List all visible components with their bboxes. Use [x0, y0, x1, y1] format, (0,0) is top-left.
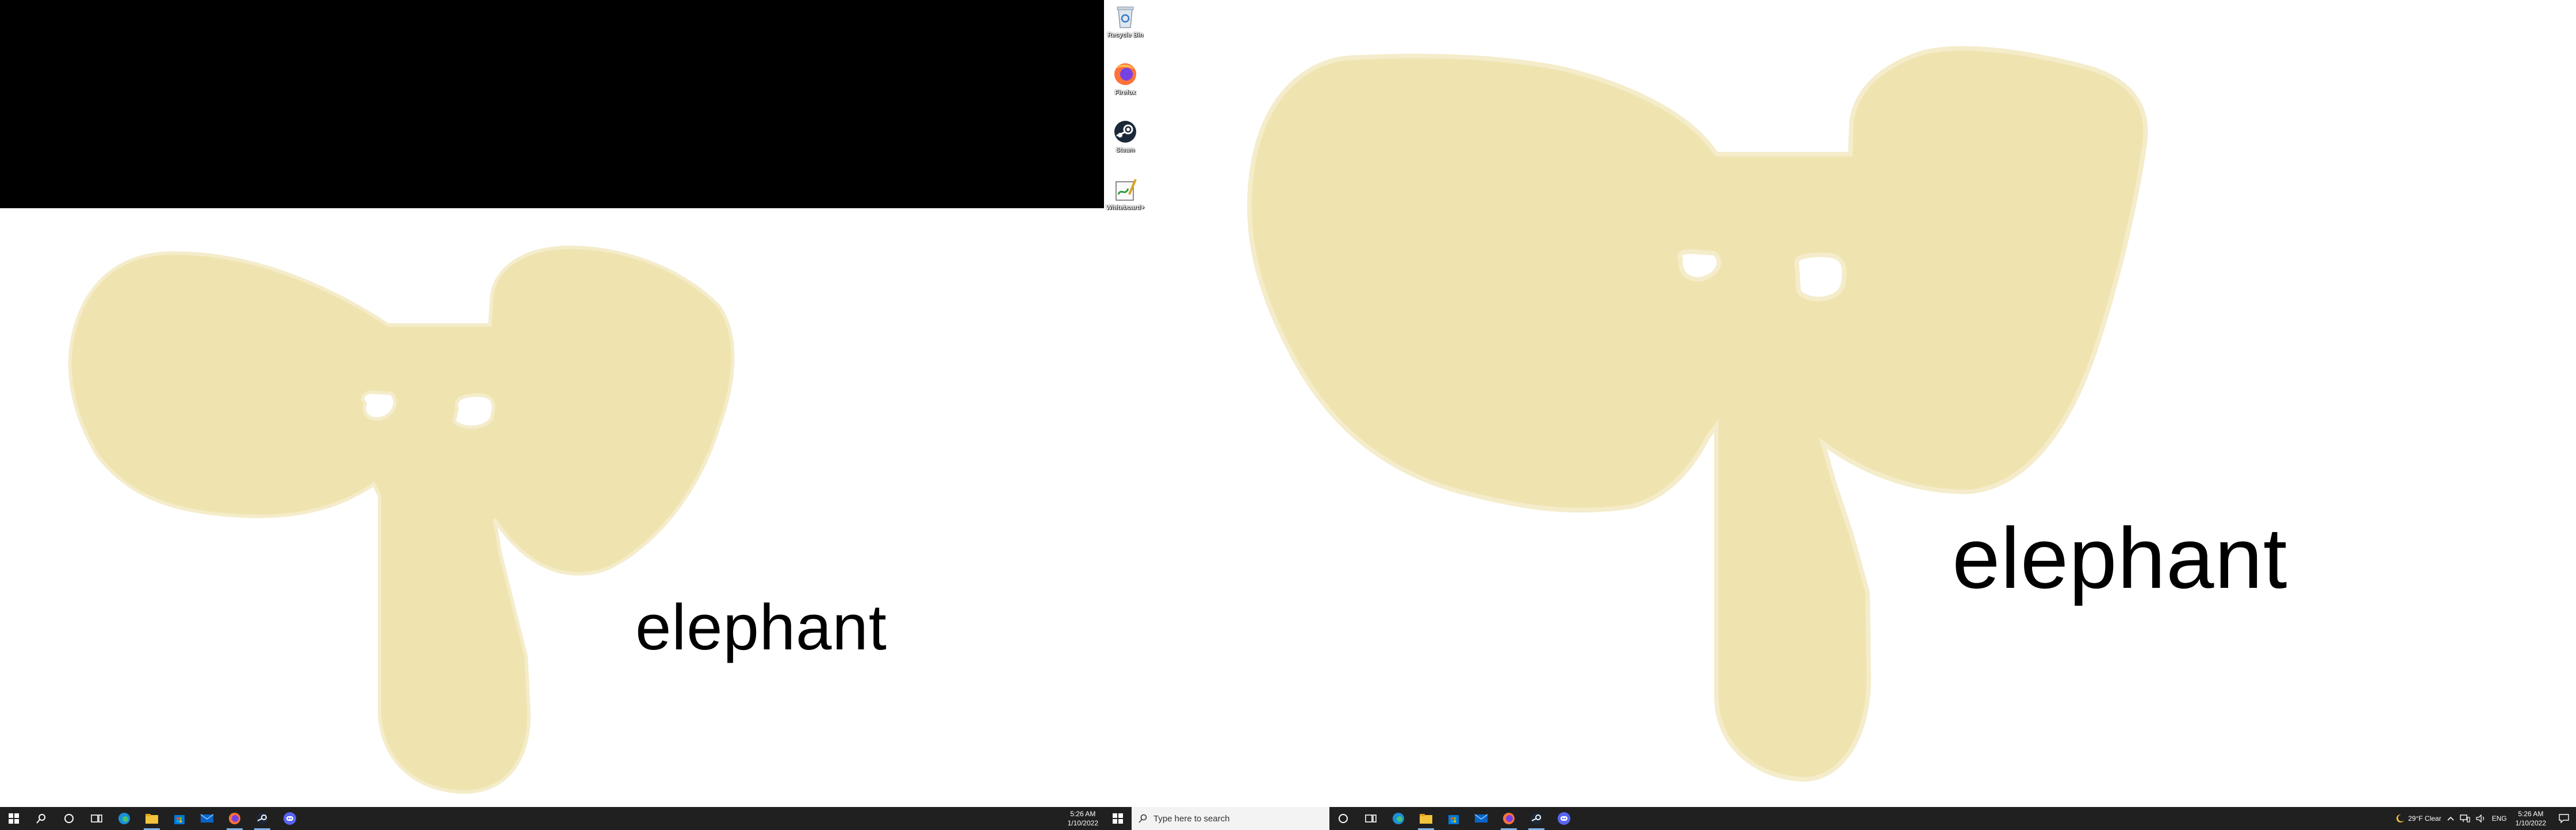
taskbar-firefox[interactable]: [221, 807, 248, 830]
discord-icon: [283, 812, 296, 825]
mail-icon: [200, 814, 214, 823]
steam-icon: [1114, 121, 1136, 143]
weather-widget[interactable]: 29°F Clear: [2393, 814, 2444, 823]
cortana-icon: [1339, 814, 1348, 823]
windows-logo-icon: [9, 813, 19, 824]
store-icon: [174, 815, 185, 824]
discord-icon: [1558, 812, 1570, 825]
search-icon: [36, 814, 45, 824]
moon-icon: [2396, 814, 2405, 823]
desktop-icon-label: Recycle Bin: [1107, 32, 1144, 39]
desktop-icon-recycle-bin[interactable]: Recycle Bin: [1104, 3, 1147, 39]
left-clock[interactable]: 5:26 AM 1/10/2022: [1062, 809, 1104, 828]
recycle-bin-icon: [1117, 6, 1134, 28]
right-taskbar: Type here to search 29°F Clear ENG 5:26 …: [1104, 807, 2576, 830]
edge-icon: [118, 813, 130, 824]
left-clock-date: 1/10/2022: [1067, 819, 1098, 827]
left-system-tray: 5:26 AM 1/10/2022: [1062, 807, 1104, 830]
taskbar-store[interactable]: [166, 807, 193, 830]
task-view-icon: [91, 814, 102, 823]
taskbar-steam[interactable]: [248, 807, 276, 830]
desktop-icon-whiteboard[interactable]: Whiteboard+: [1104, 176, 1147, 211]
notification-button[interactable]: [2552, 814, 2576, 823]
show-hidden-icons-button[interactable]: [2444, 816, 2457, 821]
language-text: ENG: [2491, 814, 2507, 823]
windows-logo-icon: [1113, 813, 1123, 824]
notification-icon: [2559, 814, 2569, 823]
taskbar-edge[interactable]: [110, 807, 138, 830]
elephant-shape-large: [1247, 46, 2148, 782]
start-button[interactable]: [1104, 807, 1132, 830]
store-icon: [1448, 815, 1459, 824]
elephant-text: elephant: [635, 591, 887, 663]
cortana-icon: [64, 814, 74, 823]
elephant-drawing-large: [1196, 0, 2576, 807]
elephant-head-shape: [1247, 46, 2148, 782]
desktop-icon-steam[interactable]: Steam: [1104, 118, 1147, 154]
speaker-icon: [2475, 814, 2484, 823]
black-window-area: [0, 0, 1104, 208]
weather-text: 29°F Clear: [2408, 814, 2441, 823]
right-clock-date: 1/10/2022: [2515, 819, 2546, 827]
network-button[interactable]: [2457, 814, 2473, 823]
steam-icon: [256, 813, 268, 824]
right-monitor: Recycle Bin Firefox Steam Whiteboard+ el…: [1104, 0, 2576, 830]
folder-icon: [145, 814, 158, 824]
left-monitor: elephant 5:26 AM 1/10/2022: [0, 0, 1104, 830]
taskbar-mail[interactable]: [193, 807, 221, 830]
task-view-button[interactable]: [1357, 807, 1385, 830]
taskbar-discord[interactable]: [276, 807, 304, 830]
language-button[interactable]: ENG: [2489, 814, 2510, 823]
folder-icon: [1420, 814, 1432, 824]
right-system-tray: 29°F Clear ENG 5:26 AM 1/10/2022: [2393, 807, 2576, 830]
taskbar-steam[interactable]: [1523, 807, 1550, 830]
search-icon: [1138, 814, 1147, 823]
elephant-text-large: elephant: [1952, 510, 2288, 606]
task-view-icon: [1365, 814, 1377, 823]
right-clock[interactable]: 5:26 AM 1/10/2022: [2510, 809, 2552, 828]
search-button[interactable]: [28, 807, 55, 830]
right-clock-time: 5:26 AM: [2518, 810, 2544, 818]
cortana-button[interactable]: [1329, 807, 1357, 830]
left-clock-time: 5:26 AM: [1070, 810, 1096, 818]
firefox-icon: [229, 813, 240, 824]
firefox-icon: [1114, 63, 1136, 85]
taskbar-mail[interactable]: [1467, 807, 1495, 830]
search-placeholder: Type here to search: [1153, 813, 1230, 824]
edge-icon: [1393, 813, 1404, 824]
taskbar-file-explorer[interactable]: [138, 807, 166, 830]
taskbar-firefox[interactable]: [1495, 807, 1523, 830]
cortana-button[interactable]: [55, 807, 83, 830]
taskbar-file-explorer[interactable]: [1412, 807, 1440, 830]
taskbar-store[interactable]: [1440, 807, 1467, 830]
elephant-shape: [68, 245, 735, 794]
left-taskbar: 5:26 AM 1/10/2022: [0, 807, 1104, 830]
elephant-head-shape: [68, 245, 735, 794]
mail-icon: [1474, 814, 1488, 823]
taskbar-edge[interactable]: [1385, 807, 1412, 830]
whiteboard-icon: [1116, 179, 1137, 201]
firefox-icon: [1503, 813, 1515, 824]
volume-button[interactable]: [2473, 814, 2489, 823]
steam-icon: [1531, 813, 1542, 824]
task-view-button[interactable]: [83, 807, 110, 830]
taskbar-discord[interactable]: [1550, 807, 1578, 830]
start-button[interactable]: [0, 807, 28, 830]
desktop-icon-label: Firefox: [1114, 89, 1136, 96]
desktop-icon-label: Whiteboard+: [1106, 204, 1145, 211]
elephant-drawing: [0, 208, 1104, 807]
network-icon: [2459, 814, 2470, 823]
desktop-icon-label: Steam: [1116, 147, 1135, 154]
desktop-icon-firefox[interactable]: Firefox: [1104, 61, 1147, 96]
taskbar-search-box[interactable]: Type here to search: [1132, 807, 1329, 830]
chevron-up-icon: [2447, 816, 2454, 821]
